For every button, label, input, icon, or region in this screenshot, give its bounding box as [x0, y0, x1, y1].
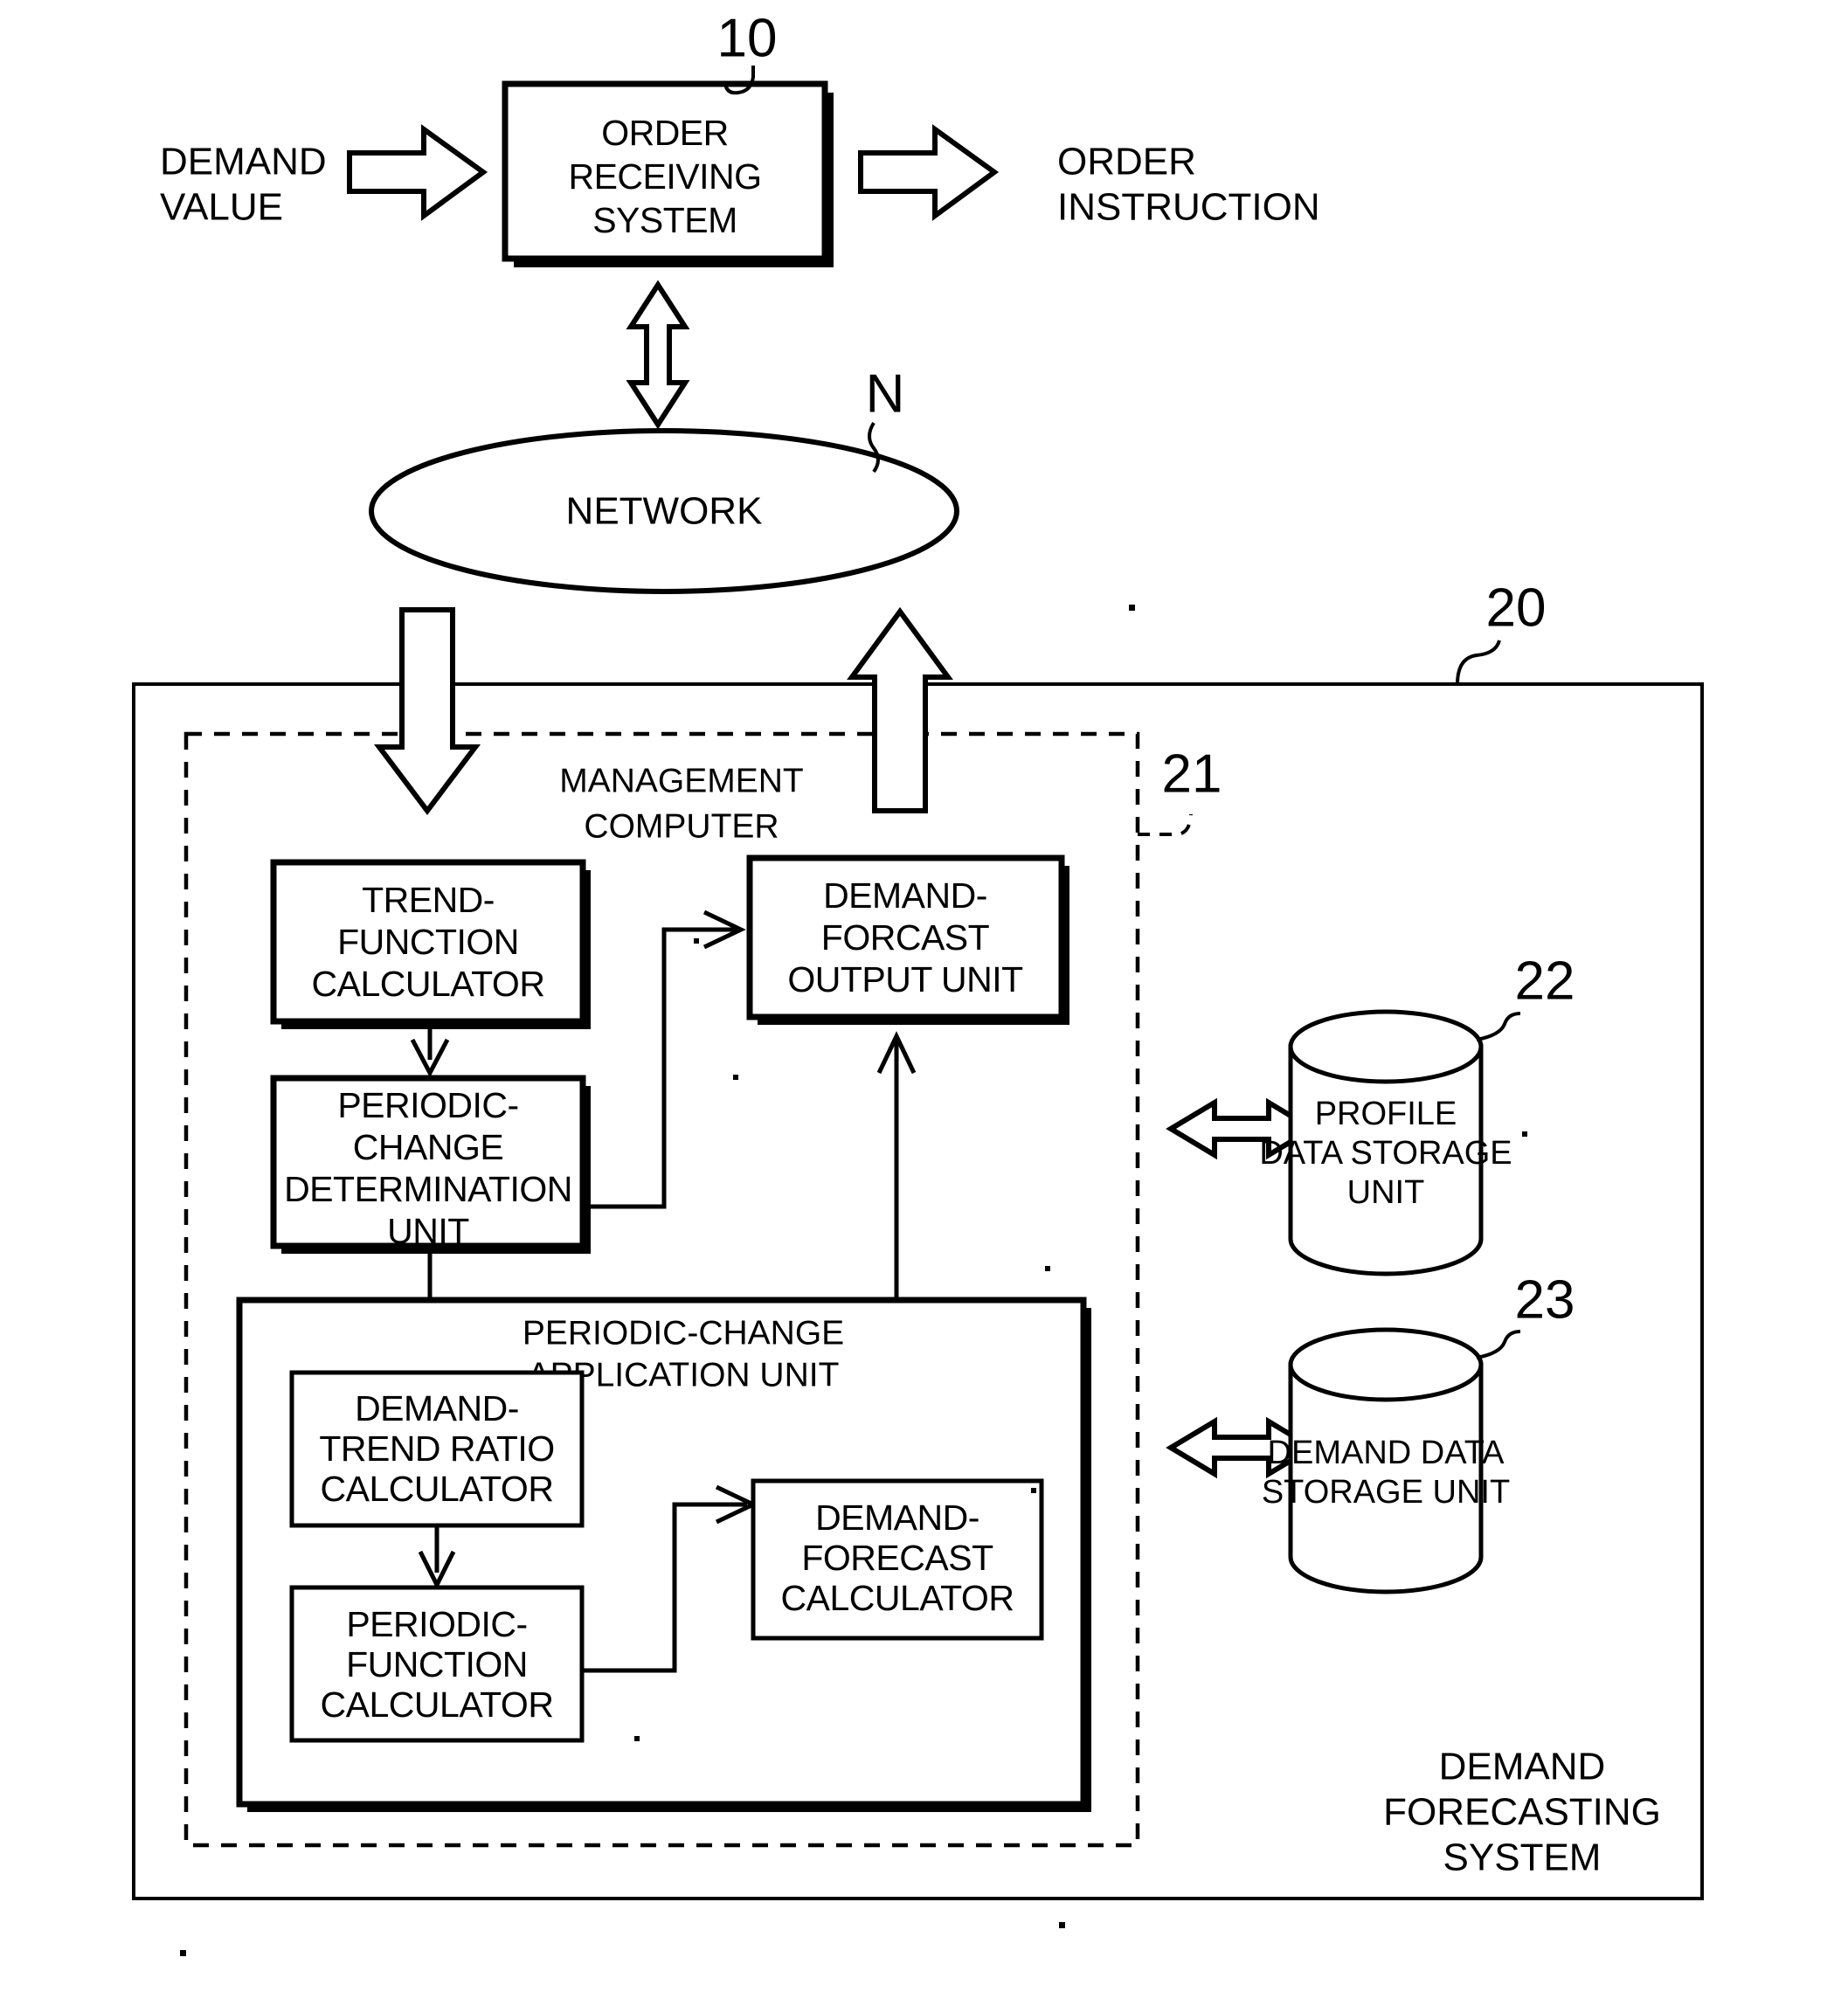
- scan-speck: [733, 1075, 738, 1080]
- periodic-change-determination-line2: CHANGE: [353, 1127, 503, 1167]
- demand-forecasting-system-line2: FORECASTING: [1383, 1791, 1661, 1834]
- ref-20: 20: [1486, 578, 1547, 638]
- scan-speck: [1059, 1922, 1065, 1928]
- periodic-function-calculator-line3: CALCULATOR: [321, 1684, 554, 1725]
- demand-forecast-calculator-line1: DEMAND-: [815, 1497, 979, 1538]
- system-network-bidirectional-arrow-icon: [626, 280, 690, 430]
- demand-forecast-output-unit-line1: DEMAND-: [823, 875, 987, 916]
- scan-speck: [634, 1736, 640, 1741]
- demand-value-line1: DEMAND: [160, 141, 327, 183]
- order-instruction-label: ORDER INSTRUCTION: [1057, 141, 1320, 229]
- demand-forecasting-system-line1: DEMAND: [1439, 1746, 1606, 1788]
- ref-21-leader: [1138, 813, 1193, 836]
- profile-storage-cylinder-top: [1288, 1009, 1484, 1084]
- demand-trend-ratio-calculator-line2: TREND RATIO: [319, 1428, 554, 1469]
- scan-speck: [180, 1950, 186, 1956]
- ref-21: 21: [1162, 744, 1222, 804]
- demand-trend-ratio-calculator-line3: CALCULATOR: [321, 1469, 554, 1509]
- trend-function-calculator-line2: FUNCTION: [337, 922, 519, 962]
- demand-forecast-calculator-line2: FORECAST: [801, 1538, 993, 1578]
- profile-storage-line3: UNIT: [1347, 1174, 1425, 1211]
- demand-forecast-output-unit-line3: OUTPUT UNIT: [787, 959, 1023, 999]
- periodic-function-calculator-line1: PERIODIC-: [346, 1604, 527, 1644]
- periodic-change-determination-line3: DETERMINATION: [284, 1169, 572, 1209]
- demand-storage-line1: DEMAND DATA: [1268, 1435, 1505, 1471]
- ref-20-leader: [1456, 640, 1501, 685]
- scan-speck: [1045, 1266, 1050, 1271]
- ref-10: 10: [717, 8, 778, 68]
- ref-22-leader: [1476, 1012, 1521, 1041]
- demand-value-arrow-icon: [347, 124, 488, 221]
- profile-storage-line1: PROFILE: [1315, 1096, 1457, 1132]
- order-receiving-system-line3: SYSTEM: [592, 200, 737, 240]
- ref-23-leader: [1476, 1330, 1521, 1359]
- scan-speck: [1129, 605, 1135, 611]
- order-instruction-arrow-icon: [858, 124, 1000, 221]
- order-instruction-line2: INSTRUCTION: [1057, 186, 1320, 229]
- demand-trend-ratio-calculator-line1: DEMAND-: [355, 1388, 519, 1428]
- order-receiving-system-line2: RECEIVING: [568, 156, 761, 197]
- periodic-function-calculator-line2: FUNCTION: [346, 1644, 528, 1684]
- demand-storage-cylinder-top: [1288, 1327, 1484, 1402]
- demand-storage-line2: STORAGE UNIT: [1262, 1474, 1510, 1511]
- periodic-change-determination-line1: PERIODIC-: [337, 1085, 518, 1125]
- demand-forecast-output-unit-line2: FORCAST: [821, 917, 990, 958]
- determination-to-output-connector: [591, 927, 736, 1209]
- periodic-change-application-unit-line1: PERIODIC-CHANGE: [523, 1314, 844, 1352]
- profile-storage-line2: DATA STORAGE: [1259, 1135, 1512, 1172]
- demand-data-storage-unit: DEMAND DATA STORAGE UNIT: [1262, 1327, 1510, 1594]
- order-instruction-line1: ORDER: [1057, 141, 1196, 183]
- demand-value-label: DEMAND VALUE: [160, 141, 327, 229]
- profile-data-storage-unit: PROFILE DATA STORAGE UNIT: [1259, 1009, 1512, 1276]
- ref-N: N: [866, 363, 905, 424]
- ref-22: 22: [1515, 951, 1575, 1011]
- network-to-management-arrow-icon: [373, 607, 481, 815]
- management-computer-line1: MANAGEMENT: [559, 762, 804, 799]
- periodic-change-determination-line4: UNIT: [387, 1211, 469, 1251]
- demand-value-line2: VALUE: [160, 186, 283, 229]
- demand-forecast-calculator-line3: CALCULATOR: [781, 1578, 1014, 1618]
- scan-speck: [694, 938, 699, 944]
- demand-forecasting-system-line3: SYSTEM: [1443, 1836, 1602, 1879]
- scan-speck: [1031, 1488, 1036, 1493]
- management-computer-line2: COMPUTER: [584, 807, 779, 845]
- network-label: NETWORK: [566, 490, 763, 533]
- trend-function-calculator-line3: CALCULATOR: [312, 964, 545, 1004]
- order-receiving-system-line1: ORDER: [601, 113, 729, 153]
- diagram-canvas: DEMAND VALUE ORDER RECEIVING SYSTEM 10 O…: [132, 8, 1704, 1956]
- ref-23: 23: [1515, 1269, 1575, 1330]
- patent-figure: DEMAND VALUE ORDER RECEIVING SYSTEM 10 O…: [0, 0, 1848, 1992]
- trend-function-calculator-line1: TREND-: [362, 880, 495, 920]
- scan-speck: [1522, 1131, 1527, 1137]
- management-to-network-arrow-icon: [847, 606, 953, 813]
